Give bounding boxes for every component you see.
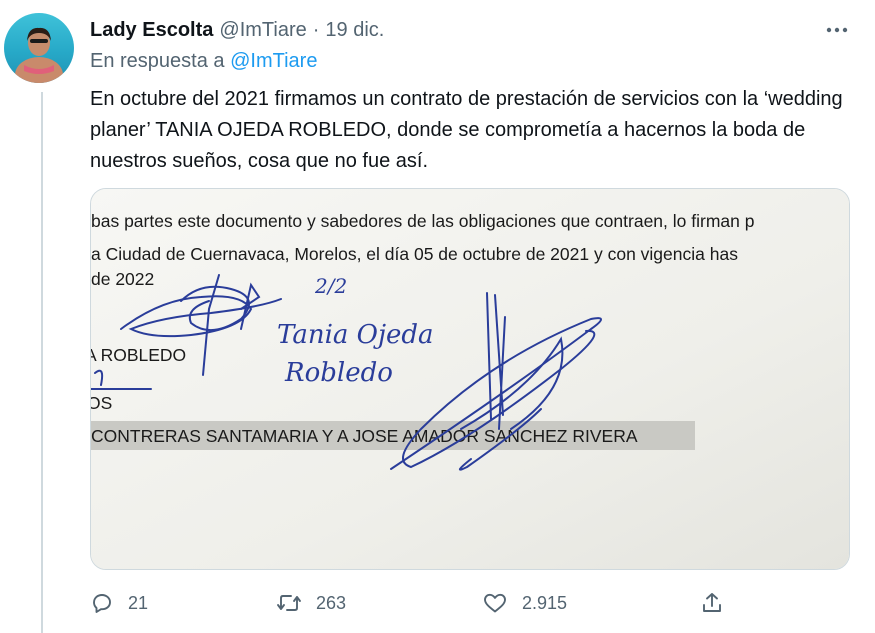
reply-icon: [93, 594, 111, 613]
retweet-icon: [277, 595, 301, 611]
handwritten-page-number: 2/2: [314, 274, 347, 298]
tweet-text: En octubre del 2021 firmamos un contrato…: [90, 88, 843, 172]
reply-button[interactable]: 21: [90, 588, 148, 618]
tweet-date[interactable]: 19 dic.: [325, 19, 384, 42]
like-button[interactable]: 2.915: [482, 588, 567, 618]
retweet-count: 263: [316, 592, 347, 613]
document-photo: bas partes este documento y sabedores de…: [91, 189, 849, 569]
doc-highlighted-line: CONTRERAS SANTAMARIA Y A JOSE AMADOR SAN…: [91, 426, 638, 446]
thread-line: [41, 92, 43, 633]
doc-line-1: bas partes este documento y sabedores de…: [91, 211, 754, 231]
tweet-header: Lady Escolta @ImTiare · 19 dic.: [90, 16, 384, 44]
avatar[interactable]: [4, 13, 74, 83]
handwritten-name-1: Tania Ojeda: [277, 320, 434, 350]
retweet-button[interactable]: 263: [276, 588, 346, 618]
doc-line-3: de 2022: [91, 269, 154, 289]
tweet-photo[interactable]: bas partes este documento y sabedores de…: [90, 188, 850, 570]
author-handle[interactable]: @ImTiare: [219, 19, 306, 42]
doc-os-fragment: OS: [91, 393, 112, 413]
reply-prefix: En respuesta a: [90, 50, 225, 72]
share-icon: [703, 593, 721, 612]
share-button[interactable]: [700, 588, 724, 618]
doc-name-fragment: A ROBLEDO: [91, 345, 186, 365]
tweet-actions: 21 263 2.915: [90, 588, 850, 618]
more-button[interactable]: [823, 16, 851, 44]
reply-count: 21: [128, 592, 149, 613]
separator-dot: ·: [312, 18, 320, 41]
avatar-image: [15, 27, 63, 83]
handwritten-name-2: Robledo: [284, 358, 393, 388]
more-icon: [826, 27, 848, 33]
reply-context: En respuesta a @ImTiare: [90, 50, 317, 73]
like-count: 2.915: [522, 592, 568, 613]
reply-mention-link[interactable]: @ImTiare: [230, 50, 317, 72]
like-icon: [484, 593, 506, 613]
doc-line-2: a Ciudad de Cuernavaca, Morelos, el día …: [91, 244, 738, 264]
author-name[interactable]: Lady Escolta: [90, 19, 213, 42]
